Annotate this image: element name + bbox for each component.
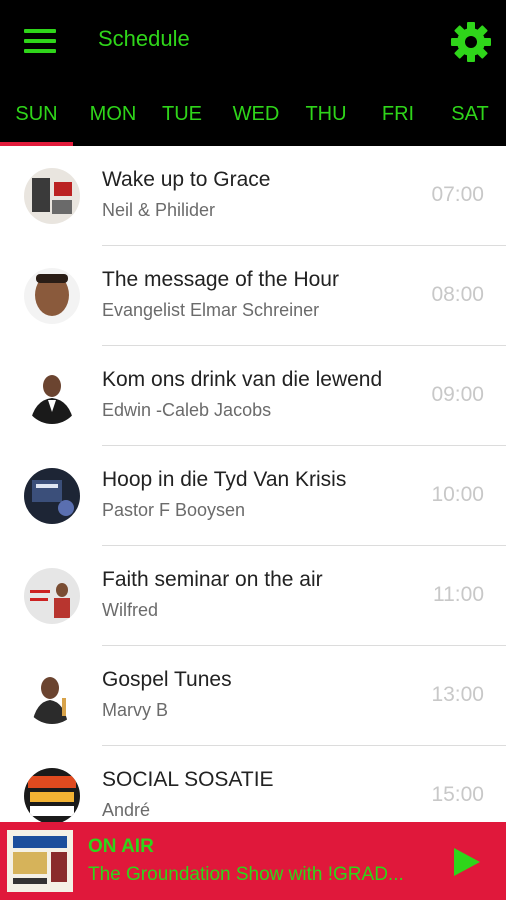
show-host: Neil & Philider <box>102 200 216 220</box>
page-title: Schedule <box>98 26 190 51</box>
tab-fri[interactable]: FRI <box>370 82 426 146</box>
tab-wed[interactable]: WED <box>222 82 290 146</box>
app-bar: Schedule <box>0 0 506 82</box>
show-time: 13:00 <box>431 683 484 706</box>
show-time: 10:00 <box>431 483 484 506</box>
show-avatar <box>24 368 80 424</box>
show-title: Hoop in die Tyd Van Krisis <box>102 468 347 491</box>
show-title: The message of the Hour <box>102 268 339 291</box>
show-avatar <box>24 768 80 822</box>
show-time: 11:00 <box>433 583 484 606</box>
show-time: 15:00 <box>431 783 484 806</box>
list-item[interactable]: The message of the Hour Evangelist Elmar… <box>0 246 506 346</box>
show-host: Evangelist Elmar Schreiner <box>102 300 320 320</box>
day-tabs: SUN MON TUE WED THU FRI SAT <box>0 82 506 146</box>
show-title: Gospel Tunes <box>102 668 232 691</box>
list-item[interactable]: Faith seminar on the air Wilfred 11:00 <box>0 546 506 646</box>
list-item[interactable]: Kom ons drink van die lewend Edwin -Cale… <box>0 346 506 446</box>
hamburger-menu-icon[interactable] <box>24 29 56 53</box>
schedule-list: Wake up to Grace Neil & Philider 07:00 T… <box>0 146 506 822</box>
show-host: Wilfred <box>102 600 159 620</box>
show-time: 08:00 <box>431 283 484 306</box>
now-playing-thumbnail <box>7 830 73 892</box>
tab-mon[interactable]: MON <box>76 82 150 146</box>
tab-tue[interactable]: TUE <box>150 82 214 146</box>
list-item[interactable]: SOCIAL SOSATIE André 15:00 <box>0 746 506 822</box>
on-air-label: ON AIR <box>88 836 154 857</box>
show-avatar <box>24 268 80 324</box>
show-title: Faith seminar on the air <box>102 568 323 591</box>
list-item[interactable]: Gospel Tunes Marvy B 13:00 <box>0 646 506 746</box>
show-host: Marvy B <box>102 700 169 720</box>
show-avatar <box>24 568 80 624</box>
show-time: 07:00 <box>431 183 484 206</box>
show-avatar <box>24 168 80 224</box>
show-avatar <box>24 668 80 724</box>
list-item[interactable]: Hoop in die Tyd Van Krisis Pastor F Booy… <box>0 446 506 546</box>
show-host: Edwin -Caleb Jacobs <box>102 400 272 420</box>
show-host: André <box>102 800 151 820</box>
list-item[interactable]: Wake up to Grace Neil & Philider 07:00 <box>0 146 506 246</box>
gear-icon[interactable] <box>450 21 492 63</box>
show-title: Kom ons drink van die lewend <box>102 368 383 391</box>
show-title: Wake up to Grace <box>102 168 271 191</box>
show-host: Pastor F Booysen <box>102 500 246 520</box>
show-title: SOCIAL SOSATIE <box>102 768 274 791</box>
now-playing-title: The Groundation Show with !GRAD... <box>88 864 404 885</box>
tab-sun[interactable]: SUN <box>0 82 73 146</box>
tab-thu[interactable]: THU <box>294 82 358 146</box>
show-time: 09:00 <box>431 383 484 406</box>
now-playing-bar[interactable]: ON AIR The Groundation Show with !GRAD..… <box>0 822 506 900</box>
tab-sat[interactable]: SAT <box>438 82 502 146</box>
play-icon[interactable] <box>452 846 482 878</box>
show-avatar <box>24 468 80 524</box>
